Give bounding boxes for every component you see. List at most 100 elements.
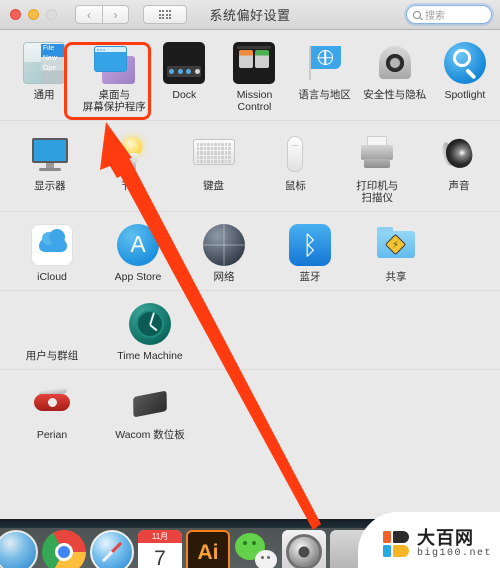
time-machine-icon [129,303,171,345]
printers-scanners-icon [356,133,398,175]
users-groups-icon [31,303,73,345]
preferences-row-4: 用户与群组 Time Machine [0,291,500,370]
general-icon: File New Ope [23,42,66,84]
preferences-row-5: Perian Wacom 数位板 [0,370,500,448]
pref-label: 共享 [385,271,407,283]
pref-label: 网络 [213,271,235,283]
pref-label: App Store [114,271,162,283]
pref-label: 声音 [448,180,470,192]
watermark-name-cn: 大百网 [416,528,474,548]
sharing-icon [375,224,417,266]
traffic-light-controls [10,9,57,20]
pref-label: 节能 [121,180,143,192]
pref-label: 键盘 [203,180,225,192]
pref-users-groups[interactable]: 用户与群组 [9,300,95,362]
pref-keyboard[interactable]: 键盘 [173,130,255,204]
pref-label: 用户与群组 [25,350,79,362]
forward-button[interactable]: › [102,5,129,24]
dock-items: 11月 7 Ai [0,530,374,568]
pref-app-store[interactable]: A App Store [95,221,181,283]
dock-item-finder[interactable] [0,530,38,568]
dock-item-illustrator[interactable]: Ai [186,530,230,568]
dock-item-wechat[interactable] [234,530,278,568]
pref-wacom-tablet[interactable]: Wacom 数位板 [95,379,205,441]
pref-dock[interactable]: Dock [149,39,219,113]
pref-label: 桌面与 屏幕保护程序 [82,89,146,113]
system-preferences-icon [282,530,326,568]
gear-icon [289,537,319,567]
back-button[interactable]: ‹ [75,5,102,24]
sound-icon [438,133,480,175]
search-placeholder: 搜索 [425,11,445,22]
wacom-tablet-icon [129,382,171,424]
watermark-name-en: big100.net [416,548,492,559]
pref-spotlight[interactable]: Spotlight [430,39,500,113]
pref-perian[interactable]: Perian [9,379,95,441]
pref-label: Mission Control [236,89,273,113]
search-icon [413,10,421,19]
finder-icon [0,530,38,568]
pref-general[interactable]: File New Ope 通用 [9,39,79,113]
window-titlebar: ‹ › 系统偏好设置 搜索 [0,0,500,30]
dock-icon [163,42,206,84]
pref-security-privacy[interactable]: 安全性与隐私 [360,39,430,113]
keyboard-icon [192,139,235,165]
search-container: 搜索 [406,5,492,24]
dock-item-calendar[interactable]: 11月 7 [138,530,182,568]
navigation-buttons: ‹ › [75,5,129,24]
dock-item-safari[interactable] [90,530,134,568]
illustrator-icon: Ai [186,530,230,568]
search-input[interactable]: 搜索 [406,5,492,24]
pref-network[interactable]: 网络 [181,221,267,283]
pref-label: 鼠标 [284,180,306,192]
dock-item-chrome[interactable] [42,530,86,568]
watermark-logo-icon [382,531,410,558]
watermark-text: 大百网 big100.net [417,529,492,560]
pref-mouse[interactable]: 鼠标 [254,130,336,204]
spotlight-icon [443,42,486,84]
language-region-icon [304,42,346,84]
keyboard-icon-wrap [192,133,235,175]
pref-label: iCloud [37,271,67,283]
security-privacy-icon [374,42,416,84]
pref-label: 语言与地区 [298,89,351,101]
pref-printers-scanners[interactable]: 打印机与 扫描仪 [336,130,418,204]
preferences-row-1: File New Ope 通用 桌面与 屏幕保护程序 Dock Mission … [0,30,500,121]
energy-saver-icon [111,133,153,175]
pref-bluetooth[interactable]: ᛒ 蓝牙 [267,221,353,283]
system-preferences-window: ‹ › 系统偏好设置 搜索 File New Ope 通用 桌面与 屏幕保护程序… [0,0,500,568]
calendar-day: 7 [154,546,166,568]
pref-language-region[interactable]: 语言与地区 [290,39,360,113]
calendar-icon: 11月 7 [138,530,182,568]
pref-energy-saver[interactable]: 节能 [91,130,173,204]
pref-mission-control[interactable]: Mission Control [219,39,289,113]
wechat-icon [234,530,278,568]
pref-label: 安全性与隐私 [363,89,427,101]
close-button[interactable] [10,9,21,20]
pref-displays[interactable]: 显示器 [9,130,91,204]
pref-label: Wacom 数位板 [115,429,185,441]
mouse-icon-wrap [274,133,316,175]
pref-label: 通用 [33,89,55,101]
minimize-button[interactable] [28,9,39,20]
pref-desktop-screensaver[interactable]: 桌面与 屏幕保护程序 [79,39,149,113]
calendar-month: 11月 [138,530,182,543]
safari-icon [90,530,134,568]
pref-sharing[interactable]: 共享 [353,221,439,283]
pref-sound[interactable]: 声音 [418,130,500,204]
pref-label: Spotlight [444,89,486,101]
pref-label: Time Machine [117,350,183,362]
preferences-row-3: iCloud A App Store 网络 ᛒ 蓝牙 ⚡ 共享 [0,212,500,291]
dock-item-system-preferences[interactable] [282,530,326,568]
pref-label: 打印机与 扫描仪 [356,180,399,204]
pref-time-machine[interactable]: Time Machine [95,300,205,362]
pref-label: 显示器 [34,180,66,192]
desktop-screensaver-icon [93,42,136,84]
illustrator-label: Ai [197,540,219,564]
network-icon [203,224,245,266]
show-all-button[interactable] [143,5,187,24]
pref-label: 蓝牙 [299,271,321,283]
pref-icloud[interactable]: iCloud [9,221,95,283]
zoom-button[interactable] [46,9,57,20]
watermark: 大百网 big100.net [355,512,500,568]
